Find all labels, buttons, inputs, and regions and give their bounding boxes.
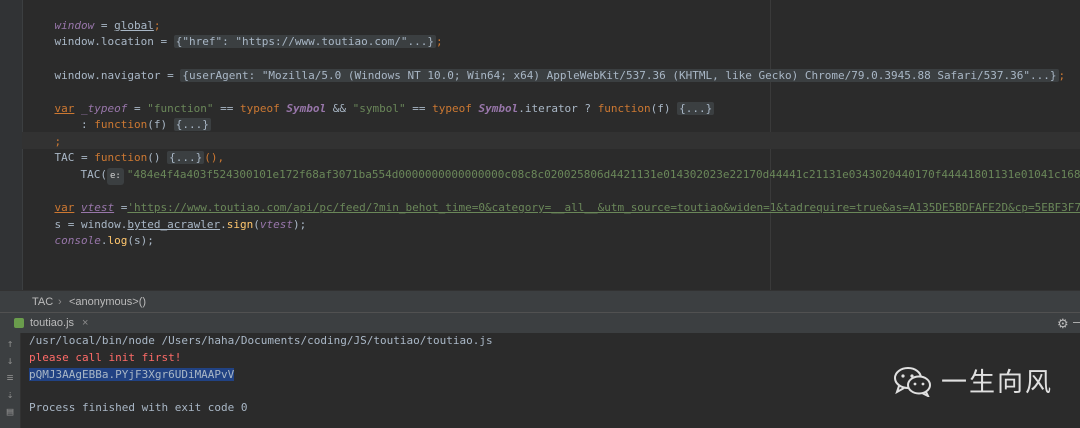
token: console: [54, 234, 101, 247]
hint-label: e:: [110, 171, 121, 181]
token: vtest: [259, 218, 293, 231]
code-line-4: var _typeof = "function" == typeof Symbo…: [28, 83, 715, 115]
token: ==: [213, 102, 240, 115]
token: log: [107, 234, 128, 247]
token: =: [160, 69, 181, 82]
code-line-6: ;: [28, 116, 62, 148]
code-editor[interactable]: window = global; window.location = {"hre…: [0, 0, 1080, 290]
token: function: [597, 102, 651, 115]
token: typeof: [432, 102, 472, 115]
token: sign: [226, 218, 254, 231]
token: (s);: [127, 234, 154, 247]
run-error-line: please call init first!: [29, 351, 182, 364]
breadcrumb: TAC › <anonymous>(): [0, 290, 1080, 313]
folded-region[interactable]: {...}: [677, 102, 715, 115]
code-line-5: : function(f) {...}: [28, 99, 211, 131]
run-finished-line: Process finished with exit code 0: [29, 401, 248, 414]
close-icon[interactable]: ×: [82, 317, 88, 329]
token: window.navigator: [54, 69, 161, 82]
token: =: [153, 35, 174, 48]
code-line-1: window = global;: [28, 0, 161, 32]
editor-gutter[interactable]: [0, 0, 23, 290]
up-arrow-icon[interactable]: ↑: [4, 338, 16, 350]
token: &&: [326, 102, 353, 115]
token: ;: [1058, 69, 1066, 82]
print-icon[interactable]: ▤: [4, 406, 16, 418]
folded-region[interactable]: {userAgent: "Mozilla/5.0 (Windows NT 10.…: [180, 69, 1059, 82]
token: (f): [650, 102, 678, 115]
token: .iterator ?: [518, 102, 598, 115]
code-line-10: s = window.byted_acrawler.sign(vtest);: [28, 199, 307, 231]
code-line-2: window.location = {"href": "https://www.…: [28, 16, 443, 48]
token: "symbol": [352, 102, 406, 115]
token: Symbol: [286, 102, 327, 115]
token: ==: [405, 102, 433, 115]
folded-region[interactable]: {"href": "https://www.toutiao.com/"...}: [173, 35, 436, 48]
minimize-icon[interactable]: —: [1073, 314, 1080, 329]
breadcrumb-item-anonymous[interactable]: <anonymous>(): [69, 296, 146, 308]
token: (f): [147, 118, 174, 131]
selected-output[interactable]: pQMJ3AAgEBBa.PYjF3Xgr6UDiMAAPvV: [29, 368, 235, 381]
run-panel-header: toutiao.js × ⚙ —: [0, 312, 1080, 335]
token: Symbol: [478, 102, 519, 115]
token: typeof: [239, 102, 280, 115]
scroll-to-end-icon[interactable]: ⇣: [4, 389, 16, 401]
token: window.location: [54, 35, 154, 48]
token: function: [94, 118, 148, 131]
watermark: 一生向风: [893, 362, 1053, 399]
code-line-7: TAC = function() {...} (),: [28, 132, 224, 164]
token: ;: [436, 35, 443, 48]
code-line-11: console.log(s);: [28, 215, 154, 247]
down-arrow-icon[interactable]: ↓: [4, 355, 16, 367]
wechat-icon: [893, 365, 933, 398]
folded-region[interactable]: {...}: [173, 118, 211, 131]
code-line-9: var vtest ='https://www.toutiao.com/api/…: [28, 182, 1080, 214]
token: (: [253, 218, 260, 231]
soft-wrap-icon[interactable]: ≡: [4, 372, 16, 384]
token: );: [292, 218, 307, 231]
nodejs-icon: [14, 318, 24, 329]
gear-icon[interactable]: ⚙: [1057, 316, 1069, 332]
code-line-8: TAC(e: "484e4f4a403f524300101e172f68af307…: [54, 149, 1080, 185]
run-tab-label: toutiao.js: [30, 317, 75, 329]
token: "484e4f4a403f524300101e172f68af3071ba554…: [126, 168, 1080, 181]
breadcrumb-item-tac[interactable]: TAC: [32, 296, 53, 308]
watermark-text: 一生向风: [941, 368, 1054, 398]
token: TAC(: [80, 168, 108, 181]
code-line-3: window.navigator = {userAgent: "Mozilla/…: [28, 50, 1065, 82]
run-command-line: /usr/local/bin/node /Users/haha/Document…: [29, 334, 493, 347]
run-result-line: pQMJ3AAgEBBa.PYjF3Xgr6UDiMAAPvV: [29, 366, 235, 383]
breadcrumb-separator: ›: [58, 296, 62, 308]
token: .: [220, 218, 227, 231]
run-toolbar: ↑ ↓ ≡ ⇣ ▤: [0, 333, 21, 428]
